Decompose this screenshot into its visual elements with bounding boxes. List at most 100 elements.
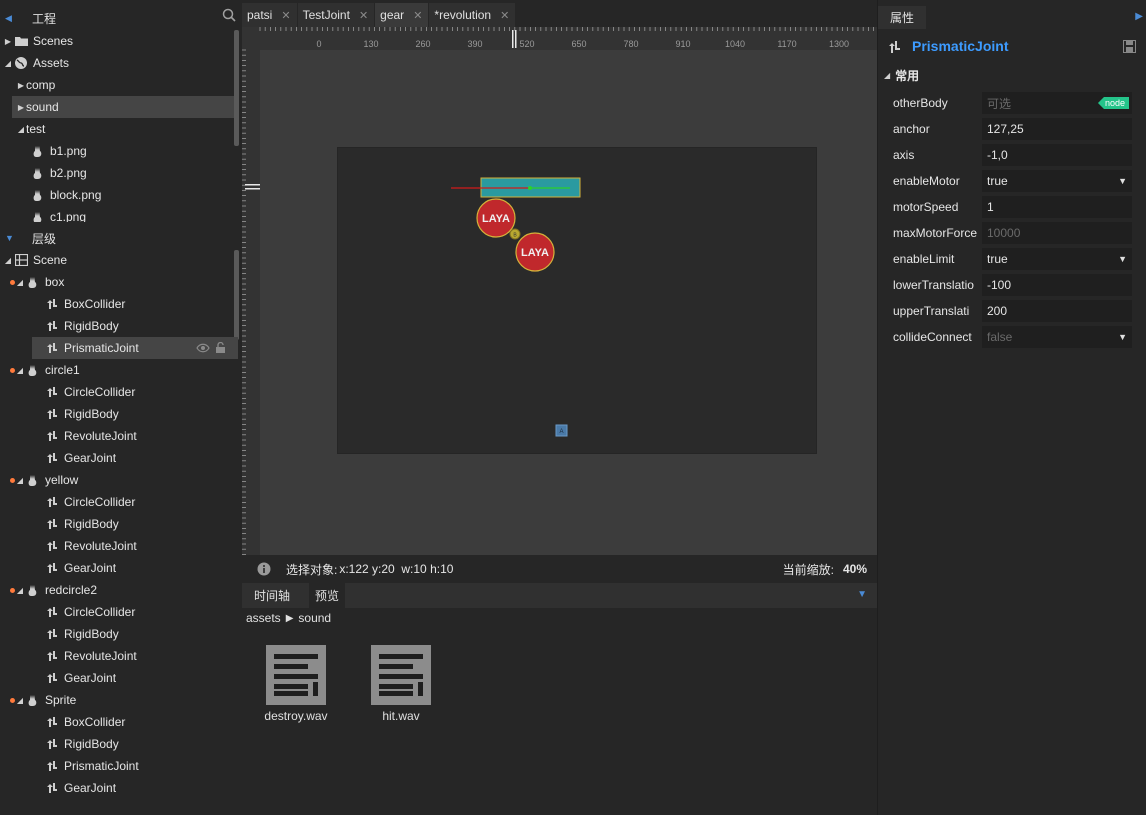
project-scrollbar[interactable]	[234, 30, 239, 146]
component-item[interactable]: CircleCollider	[0, 381, 236, 403]
collapse-arrow-icon[interactable]: ◢	[15, 476, 25, 485]
component-item[interactable]: PrismaticJoint	[32, 337, 238, 359]
component-item[interactable]: RevoluteJoint	[0, 535, 236, 557]
tree-item-label: Assets	[33, 56, 70, 70]
component-item[interactable]: RigidBody	[0, 513, 236, 535]
tab-patsi[interactable]: patsi ✕	[242, 3, 297, 27]
prop-key: otherBody	[893, 96, 948, 110]
sprite-node-icon	[25, 275, 41, 289]
laya-ball-1[interactable]: LAYA	[476, 198, 516, 238]
tab-preview[interactable]: 预览	[309, 583, 346, 608]
breadcrumb-item[interactable]: assets	[246, 611, 281, 625]
expand-arrow-icon[interactable]: ▶	[16, 103, 26, 112]
expand-arrow-icon[interactable]: ▶	[3, 37, 13, 46]
tree-item-test[interactable]: ◢ test	[0, 118, 236, 140]
tree-item-scene[interactable]: ◢ Scene	[0, 249, 236, 271]
laya-rabbit-icon	[30, 144, 46, 158]
uppertranslation-field[interactable]: 200	[982, 300, 1132, 322]
component-icon	[44, 495, 60, 509]
component-item[interactable]: RevoluteJoint	[0, 425, 236, 447]
breadcrumb-item[interactable]: sound	[298, 611, 331, 625]
visibility-eye-icon[interactable]	[196, 343, 210, 353]
search-icon[interactable]	[222, 8, 236, 22]
lowertranslation-field[interactable]: -100	[982, 274, 1132, 296]
stage-area[interactable]: LAYA B LAYA A	[337, 147, 817, 454]
collapse-arrow-icon[interactable]: ◢	[15, 696, 25, 705]
collapse-arrow-icon[interactable]: ◢	[884, 71, 890, 80]
hierarchy-node[interactable]: ◢ box	[0, 271, 236, 293]
enablemotor-select[interactable]: true ▼	[982, 170, 1132, 192]
collapse-arrow-icon[interactable]: ◢	[16, 125, 26, 134]
sprite-marker[interactable]: A	[555, 424, 568, 437]
component-item[interactable]: GearJoint	[0, 447, 236, 469]
file-item[interactable]: b2.png	[0, 162, 236, 184]
tree-item-scenes[interactable]: ▶ Scenes	[0, 30, 236, 52]
tab-revolution[interactable]: *revolution ✕	[429, 3, 516, 27]
component-item[interactable]: RigidBody	[0, 315, 236, 337]
component-item[interactable]: PrismaticJoint	[0, 755, 236, 777]
component-item[interactable]: GearJoint	[0, 557, 236, 579]
maxmotorforce-field[interactable]: 10000	[982, 222, 1132, 244]
group-header[interactable]: ◢ 常用	[884, 67, 919, 84]
component-item[interactable]: BoxCollider	[0, 711, 236, 733]
component-item[interactable]: CircleCollider	[0, 491, 236, 513]
hierarchy-panel-header[interactable]: ▼ 层级	[0, 227, 242, 249]
file-item[interactable]: b1.png	[0, 140, 236, 162]
hierarchy-node[interactable]: ◢ Sprite	[0, 689, 236, 711]
close-icon[interactable]: ✕	[359, 9, 368, 22]
tree-item-assets[interactable]: ◢ Assets	[0, 52, 236, 74]
project-panel-header[interactable]: ◀ 工程	[0, 7, 242, 29]
component-item[interactable]: BoxCollider	[0, 293, 236, 315]
collapse-arrow-icon[interactable]: ◢	[15, 366, 25, 375]
node-tag[interactable]: node	[1097, 97, 1129, 109]
component-item[interactable]: CircleCollider	[0, 601, 236, 623]
close-icon[interactable]: ✕	[500, 9, 509, 22]
vertical-ruler[interactable]: -1300130260390520650780910	[242, 49, 278, 555]
hierarchy-node[interactable]: ◢ yellow	[0, 469, 236, 491]
tab-gear[interactable]: gear ✕	[375, 3, 429, 27]
scene-canvas[interactable]: LAYA B LAYA A	[260, 50, 877, 555]
motorspeed-field[interactable]: 1	[982, 196, 1132, 218]
horizontal-ruler[interactable]: 0 130 260 390 520 650 780 910 1040 1170 1300	[242, 27, 877, 50]
collapse-right-icon[interactable]: ▶	[1135, 11, 1143, 22]
laya-ball-2[interactable]: LAYA	[515, 232, 555, 272]
dropdown-arrow-icon[interactable]: ▼	[1118, 176, 1127, 186]
collideconnected-select[interactable]: false ▼	[982, 326, 1132, 348]
dropdown-arrow-icon[interactable]: ▼	[1118, 332, 1127, 342]
prismatic-box[interactable]	[451, 177, 581, 198]
collapse-left-icon[interactable]: ◀	[5, 13, 23, 24]
save-icon[interactable]	[1123, 40, 1136, 53]
lock-icon[interactable]	[215, 342, 226, 354]
panel-menu-icon[interactable]: ▼	[857, 589, 867, 600]
collapse-down-icon[interactable]: ▼	[5, 233, 23, 243]
close-icon[interactable]: ✕	[413, 9, 422, 22]
hierarchy-node[interactable]: ◢ circle1	[0, 359, 236, 381]
enablelimit-select[interactable]: true ▼	[982, 248, 1132, 270]
asset-item[interactable]: hit.wav	[356, 645, 446, 723]
component-item[interactable]: RevoluteJoint	[0, 645, 236, 667]
yellow-pin[interactable]: B	[509, 228, 521, 240]
collapse-arrow-icon[interactable]: ◢	[3, 59, 13, 68]
collapse-arrow-icon[interactable]: ◢	[15, 586, 25, 595]
tree-item-comp[interactable]: ▶ comp	[0, 74, 236, 96]
component-item[interactable]: GearJoint	[0, 667, 236, 689]
file-item[interactable]: c1.png	[0, 206, 236, 222]
file-item[interactable]: block.png	[0, 184, 236, 206]
tree-item-sound[interactable]: ▶ sound	[12, 96, 234, 118]
otherbody-field[interactable]: 可选 node	[982, 92, 1132, 114]
hierarchy-node[interactable]: ◢ redcircle2	[0, 579, 236, 601]
component-item[interactable]: RigidBody	[0, 623, 236, 645]
component-item[interactable]: RigidBody	[0, 403, 236, 425]
dropdown-arrow-icon[interactable]: ▼	[1118, 254, 1127, 264]
asset-item[interactable]: destroy.wav	[251, 645, 341, 723]
component-item[interactable]: RigidBody	[0, 733, 236, 755]
tab-timeline[interactable]: 时间轴	[248, 583, 296, 608]
collapse-arrow-icon[interactable]: ◢	[15, 278, 25, 287]
collapse-arrow-icon[interactable]: ◢	[3, 256, 13, 265]
component-item[interactable]: GearJoint	[0, 777, 236, 799]
axis-field[interactable]: -1,0	[982, 144, 1132, 166]
close-icon[interactable]: ✕	[281, 9, 290, 22]
anchor-field[interactable]: 127,25	[982, 118, 1132, 140]
expand-arrow-icon[interactable]: ▶	[16, 81, 26, 90]
tab-testjoint[interactable]: TestJoint ✕	[297, 3, 375, 27]
